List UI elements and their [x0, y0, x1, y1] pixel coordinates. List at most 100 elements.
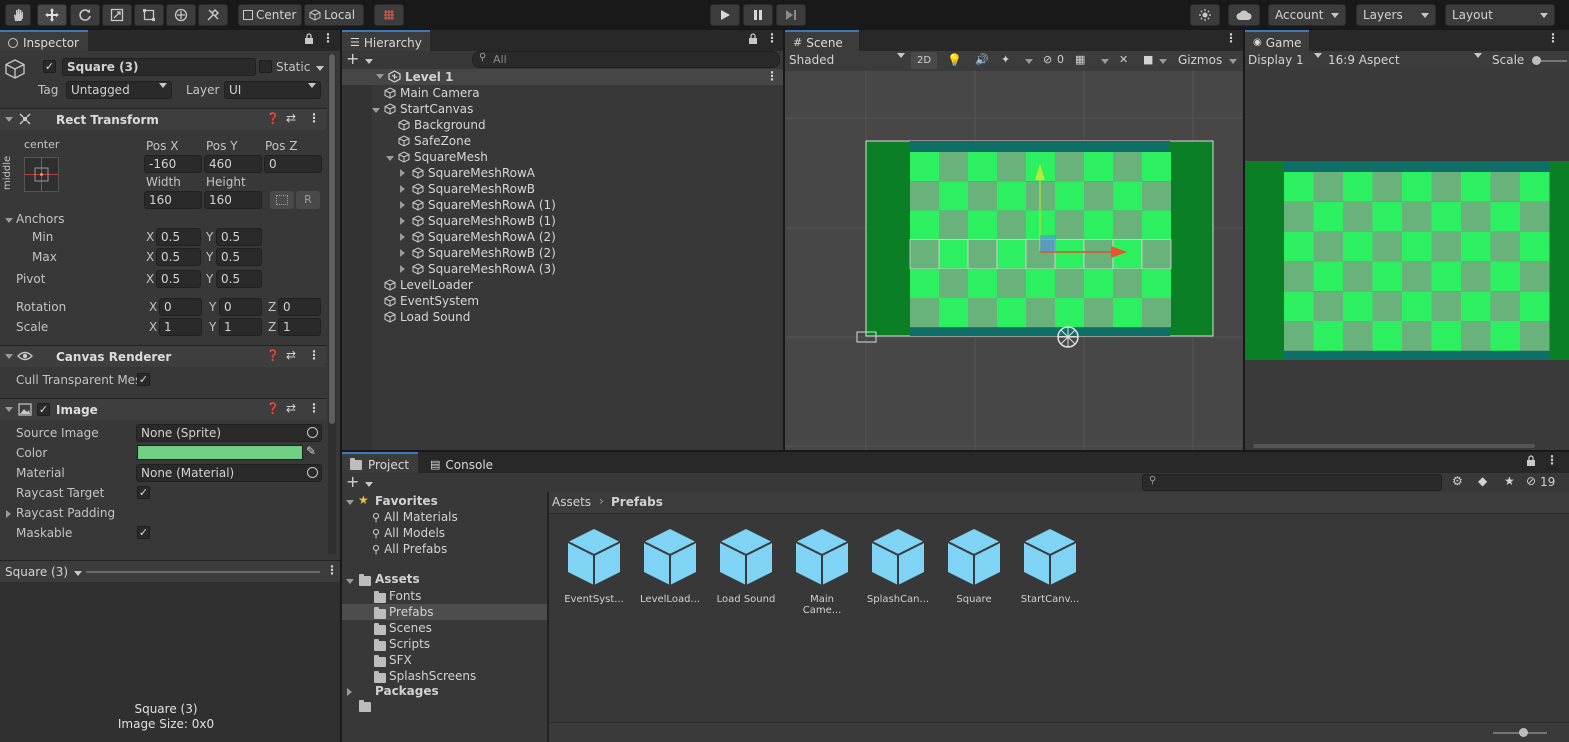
- search-by-label-icon[interactable]: ◆: [1478, 474, 1487, 488]
- tab-scene[interactable]: # Scene: [785, 30, 859, 51]
- pos-z-field[interactable]: 0: [264, 155, 322, 173]
- rect-tool-button[interactable]: [134, 4, 164, 26]
- preview-title-dropdown[interactable]: Square (3): [5, 565, 82, 579]
- tab-game[interactable]: ◉ Game: [1245, 30, 1309, 51]
- expand-arrow-icon[interactable]: [400, 198, 412, 212]
- create-button[interactable]: +: [346, 51, 373, 67]
- favorite-item[interactable]: ⚲ All Materials: [372, 510, 458, 524]
- help-icon[interactable]: ❓: [266, 112, 280, 125]
- blueprint-mode-button[interactable]: [270, 191, 294, 209]
- favorite-item[interactable]: ⚲ All Models: [372, 526, 445, 540]
- 2d-mode-toggle[interactable]: 2D: [911, 52, 937, 69]
- hierarchy-item[interactable]: SquareMeshRowB: [400, 181, 535, 197]
- play-button[interactable]: [710, 4, 740, 26]
- expand-arrow-icon[interactable]: [400, 262, 412, 276]
- services-button[interactable]: [1190, 4, 1220, 26]
- inspector-scrollbar[interactable]: [328, 54, 336, 554]
- expand-arrow-icon[interactable]: [6, 510, 11, 518]
- breadcrumb-assets[interactable]: Assets: [552, 495, 591, 509]
- prefab-asset[interactable]: SplashCan...: [866, 527, 930, 605]
- component-menu-icon[interactable]: ⋮: [308, 401, 320, 415]
- component-menu-icon[interactable]: ⋮: [308, 111, 320, 125]
- asset-folder-item[interactable]: Prefabs: [342, 604, 547, 620]
- anchors-arrow-icon[interactable]: [5, 218, 13, 223]
- cull-transparent-checkbox[interactable]: ✓: [137, 373, 150, 386]
- raw-edit-button[interactable]: R: [296, 191, 320, 209]
- account-dropdown[interactable]: Account: [1268, 4, 1346, 26]
- preview-drag-handle[interactable]: [86, 571, 320, 573]
- pivot-x-field[interactable]: 0.5: [156, 270, 201, 288]
- more-menu-icon[interactable]: ⋮: [1547, 31, 1559, 45]
- search-by-type-icon[interactable]: ⚙: [1452, 474, 1463, 488]
- hand-tool-button[interactable]: [5, 4, 31, 26]
- preview-header[interactable]: Square (3) ⋮: [0, 560, 340, 582]
- pivot-mode-toggle[interactable]: Center: [238, 4, 302, 26]
- transform-tool-button[interactable]: [166, 4, 196, 26]
- tree-divider[interactable]: [547, 492, 549, 742]
- hierarchy-item[interactable]: EventSystem: [372, 293, 479, 309]
- maskable-checkbox[interactable]: ✓: [137, 526, 150, 539]
- pivot-y-field[interactable]: 0.5: [216, 270, 262, 288]
- lighting-icon[interactable]: 💡: [947, 53, 962, 67]
- presets-icon[interactable]: ⇄: [286, 348, 296, 362]
- favorite-item[interactable]: ⚲ All Prefabs: [372, 542, 447, 556]
- pos-y-field[interactable]: 460: [204, 155, 262, 173]
- hierarchy-item[interactable]: SquareMeshRowB (1): [400, 213, 556, 229]
- hidden-packages-icon[interactable]: ⊘: [1526, 474, 1536, 488]
- grid-toggle-icon[interactable]: ▦: [1075, 53, 1085, 66]
- rotation-x-field[interactable]: 0: [159, 298, 202, 316]
- display-dropdown[interactable]: Display 1: [1248, 53, 1322, 67]
- asset-folder-item[interactable]: SFX: [342, 652, 547, 668]
- object-picker-icon[interactable]: [307, 467, 318, 478]
- object-name-field[interactable]: Square (3): [62, 58, 256, 76]
- scale-y-field[interactable]: 1: [219, 318, 262, 336]
- gizmos-dropdown[interactable]: Gizmos: [1178, 53, 1222, 67]
- layers-dropdown[interactable]: Layers: [1356, 4, 1436, 26]
- favorites-expand-icon[interactable]: [346, 500, 354, 505]
- hierarchy-item[interactable]: SafeZone: [386, 133, 471, 149]
- prefab-asset[interactable]: LevelLoad...: [638, 527, 702, 605]
- breadcrumb-prefabs[interactable]: Prefabs: [611, 495, 663, 509]
- scene-row[interactable]: Level 1 ⋮: [342, 69, 783, 85]
- game-scrollbar[interactable]: [1253, 444, 1535, 448]
- step-button[interactable]: [776, 4, 806, 26]
- material-field[interactable]: None (Material): [136, 464, 322, 482]
- more-menu-icon[interactable]: ⋮: [766, 31, 778, 45]
- rotation-z-field[interactable]: 0: [278, 298, 321, 316]
- hierarchy-item[interactable]: Background: [386, 117, 486, 133]
- scene-viewport[interactable]: [785, 71, 1243, 450]
- scrollbar-thumb[interactable]: [329, 54, 335, 424]
- more-menu-icon[interactable]: ⋮: [322, 31, 334, 45]
- camera-dropdown-icon[interactable]: [1159, 59, 1167, 64]
- component-menu-icon[interactable]: ⋮: [308, 348, 320, 362]
- layer-dropdown[interactable]: UI: [224, 81, 321, 99]
- scene-menu-icon[interactable]: ⋮: [766, 69, 778, 83]
- collapse-arrow-icon[interactable]: [386, 150, 398, 164]
- hierarchy-item[interactable]: SquareMesh: [386, 149, 488, 165]
- hierarchy-search-input[interactable]: ⚲ All: [472, 51, 780, 68]
- pivot-rotation-toggle[interactable]: Local: [304, 4, 364, 26]
- preview-menu-icon[interactable]: ⋮: [326, 563, 338, 577]
- anchor-max-x-field[interactable]: 0.5: [156, 248, 201, 266]
- prefab-asset[interactable]: Load Sound: [714, 527, 778, 605]
- move-tool-button[interactable]: [37, 4, 67, 26]
- scale-x-field[interactable]: 1: [159, 318, 202, 336]
- packages-label[interactable]: Packages: [375, 684, 439, 698]
- tab-project[interactable]: Project: [342, 452, 418, 473]
- expand-arrow-icon[interactable]: [400, 246, 412, 260]
- anchor-min-y-field[interactable]: 0.5: [216, 228, 262, 246]
- asset-folder-item[interactable]: SplashScreens: [342, 668, 547, 684]
- icon-size-slider-handle[interactable]: [1519, 728, 1528, 737]
- rect-transform-header[interactable]: Rect Transform ❓ ⇄ ⋮: [0, 108, 326, 130]
- tab-hierarchy[interactable]: ☰ Hierarchy: [342, 30, 430, 51]
- expand-arrow-icon[interactable]: [400, 166, 412, 180]
- expand-arrow-icon[interactable]: [400, 182, 412, 196]
- scale-tool-button[interactable]: [102, 4, 132, 26]
- canvas-renderer-header[interactable]: Canvas Renderer ❓ ⇄ ⋮: [0, 345, 326, 367]
- custom-tool-button[interactable]: [198, 4, 228, 26]
- presets-icon[interactable]: ⇄: [286, 401, 296, 415]
- width-field[interactable]: 160: [144, 191, 202, 209]
- tab-inspector[interactable]: Inspector: [0, 30, 88, 51]
- rotate-tool-button[interactable]: [70, 4, 100, 26]
- tools-icon[interactable]: ✕: [1119, 53, 1128, 66]
